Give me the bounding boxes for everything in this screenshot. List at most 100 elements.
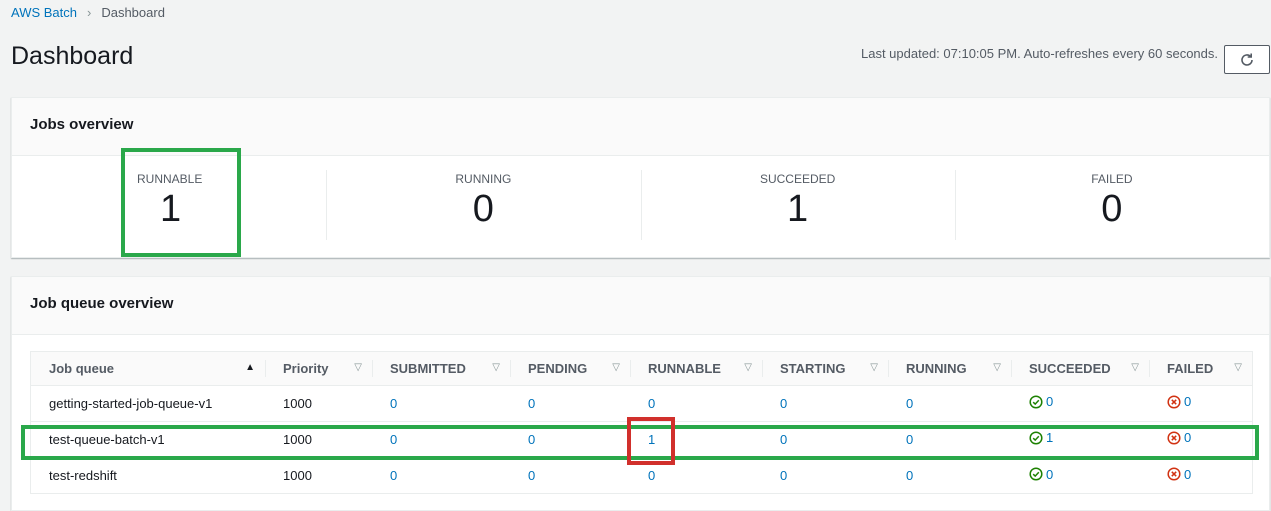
column-label: STARTING (780, 360, 846, 376)
cell-pending: 0 (510, 385, 630, 422)
failed-status: 0 (1167, 430, 1191, 445)
cell-priority: 1000 (283, 467, 312, 483)
cell-pending: 0 (510, 457, 630, 493)
column-label: RUNNABLE (648, 360, 721, 376)
refresh-button[interactable] (1224, 45, 1270, 74)
sort-ascending-icon[interactable]: ▲ (245, 362, 255, 373)
sort-icon[interactable]: ▽ (870, 362, 878, 373)
table-row: getting-started-job-queue-v1 1000 0 0 0 0 0 0 0 (31, 385, 1252, 422)
cell-failed: 0 (1149, 457, 1252, 493)
runnable-count-link[interactable]: 0 (648, 468, 655, 483)
stat-value[interactable]: 1 (160, 188, 326, 231)
cell-failed: 0 (1149, 385, 1252, 422)
page-title: Dashboard (11, 42, 134, 70)
sort-icon[interactable]: ▽ (993, 362, 1001, 373)
stat-label: FAILED (1091, 172, 1133, 186)
cell-running: 0 (888, 385, 1011, 422)
job-queue-overview-header: Job queue overview (12, 277, 1269, 335)
cell-running: 0 (888, 421, 1011, 458)
cell-succeeded: 0 (1011, 385, 1149, 422)
starting-count-link[interactable]: 0 (780, 432, 787, 447)
submitted-count-link[interactable]: 0 (390, 396, 397, 411)
cell-succeeded: 1 (1011, 421, 1149, 458)
job-queue-overview-title: Job queue overview (30, 295, 174, 312)
jobs-overview-header: Jobs overview (12, 98, 1269, 156)
column-label: RUNNING (906, 360, 967, 376)
sort-icon[interactable]: ▽ (492, 362, 500, 373)
cell-starting: 0 (762, 457, 888, 493)
submitted-count-link[interactable]: 0 (390, 432, 397, 447)
runnable-count-link[interactable]: 0 (648, 396, 655, 411)
cell-submitted: 0 (372, 385, 510, 422)
success-check-icon (1029, 395, 1043, 409)
failed-count-link[interactable]: 0 (1184, 467, 1191, 482)
cell-priority: 1000 (265, 421, 372, 458)
cell-succeeded: 0 (1011, 457, 1149, 493)
column-header-job-queue[interactable]: Job queue ▲ (31, 352, 265, 386)
stat-running: RUNNING 0 (326, 156, 640, 259)
runnable-count-link[interactable]: 1 (648, 432, 655, 447)
column-header-running[interactable]: RUNNING ▽ (888, 352, 1011, 386)
sort-icon[interactable]: ▽ (612, 362, 620, 373)
cell-runnable: 1 (630, 421, 762, 458)
stat-value[interactable]: 0 (955, 188, 1269, 231)
cell-job-queue: getting-started-job-queue-v1 (31, 385, 265, 422)
cell-submitted: 0 (372, 457, 510, 493)
column-header-failed[interactable]: FAILED ▽ (1149, 352, 1252, 386)
success-check-icon (1029, 431, 1043, 445)
column-header-succeeded[interactable]: SUCCEEDED ▽ (1011, 352, 1149, 386)
failed-count-link[interactable]: 0 (1184, 394, 1191, 409)
pending-count-link[interactable]: 0 (528, 432, 535, 447)
submitted-count-link[interactable]: 0 (390, 468, 397, 483)
cell-failed: 0 (1149, 421, 1252, 458)
failed-count-link[interactable]: 0 (1184, 430, 1191, 445)
cell-job-queue: test-redshift (49, 467, 117, 483)
last-updated-text: Last updated: 07:10:05 PM. Auto-refreshe… (861, 46, 1218, 61)
breadcrumb-current: Dashboard (101, 5, 165, 20)
succeeded-count-link[interactable]: 1 (1046, 430, 1053, 445)
sort-icon[interactable]: ▽ (354, 362, 362, 373)
starting-count-link[interactable]: 0 (780, 396, 787, 411)
starting-count-link[interactable]: 0 (780, 468, 787, 483)
cell-runnable: 0 (630, 385, 762, 422)
column-header-starting[interactable]: STARTING ▽ (762, 352, 888, 386)
pending-count-link[interactable]: 0 (528, 468, 535, 483)
table-header-row: Job queue ▲ Priority ▽ SUBMITTED ▽ PENDING ▽… (31, 352, 1252, 386)
stat-value[interactable]: 1 (641, 188, 955, 231)
success-check-icon (1029, 467, 1043, 481)
stat-label: SUCCEEDED (759, 172, 836, 186)
running-count-link[interactable]: 0 (906, 468, 913, 483)
error-x-icon (1167, 467, 1181, 481)
breadcrumb-aws-batch-link[interactable]: AWS Batch (11, 5, 77, 20)
sort-icon[interactable]: ▽ (1234, 362, 1242, 373)
succeeded-count-link[interactable]: 0 (1046, 467, 1053, 482)
pending-count-link[interactable]: 0 (528, 396, 535, 411)
breadcrumb: AWS Batch › Dashboard (11, 5, 165, 20)
sort-icon[interactable]: ▽ (744, 362, 752, 373)
column-label: Priority (283, 360, 329, 376)
column-label: FAILED (1167, 360, 1214, 376)
column-header-pending[interactable]: PENDING ▽ (510, 352, 630, 386)
stat-value[interactable]: 0 (326, 188, 640, 231)
running-count-link[interactable]: 0 (906, 432, 913, 447)
stat-label: RUNNING (455, 172, 512, 186)
column-label: PENDING (528, 360, 588, 376)
stat-succeeded: SUCCEEDED 1 (640, 156, 955, 259)
column-header-runnable[interactable]: RUNNABLE ▽ (630, 352, 762, 386)
succeeded-count-link[interactable]: 0 (1046, 394, 1053, 409)
cell-starting: 0 (762, 421, 888, 458)
cell-priority: 1000 (265, 385, 372, 422)
error-x-icon (1167, 395, 1181, 409)
jobs-overview-title: Jobs overview (30, 116, 134, 133)
column-header-submitted[interactable]: SUBMITTED ▽ (372, 352, 510, 386)
sort-icon[interactable]: ▽ (1131, 362, 1139, 373)
column-header-priority[interactable]: Priority ▽ (265, 352, 372, 386)
column-label: SUCCEEDED (1029, 360, 1111, 376)
error-x-icon (1167, 431, 1181, 445)
column-label: Job queue (49, 360, 115, 376)
job-queue-table: Job queue ▲ Priority ▽ SUBMITTED ▽ PENDING ▽… (31, 352, 1252, 493)
chevron-right-icon: › (86, 5, 92, 20)
failed-status: 0 (1167, 394, 1191, 409)
running-count-link[interactable]: 0 (906, 396, 913, 411)
cell-submitted: 0 (372, 421, 510, 458)
